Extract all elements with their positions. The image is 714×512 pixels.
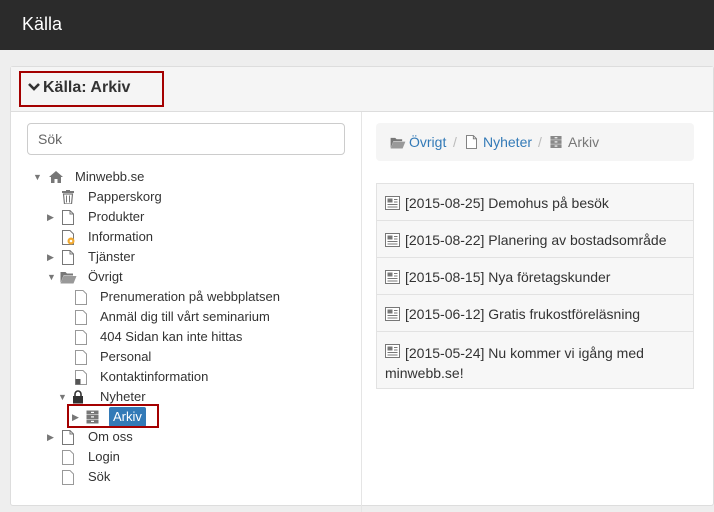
breadcrumb-separator: /: [538, 134, 542, 150]
archive-icon: [550, 135, 562, 154]
news-title: [2015-08-15] Nya företagskunder: [405, 269, 611, 285]
page-icon: [62, 210, 74, 231]
tree-expanded-icon[interactable]: ▼: [58, 387, 67, 407]
app-title: Källa: [22, 14, 63, 34]
tree-label: Sök: [88, 469, 111, 484]
news-title: [2015-08-22] Planering av bostadsområde: [405, 232, 667, 248]
breadcrumb-item-arkiv: Arkiv: [568, 134, 600, 150]
news-icon: [385, 307, 400, 324]
tree-collapsed-icon[interactable]: ▶: [47, 427, 54, 447]
tree-label: 404 Sidan kan inte hittas: [100, 329, 243, 344]
news-title: [2015-08-25] Demohus på besök: [405, 195, 609, 211]
tree-label: Prenumeration på webbplatsen: [100, 289, 280, 304]
highlight-frame: [19, 71, 164, 107]
breadcrumb: Övrigt / Nyheter / Arkiv: [376, 123, 694, 161]
tree-label: Om oss: [88, 429, 133, 444]
list-item[interactable]: [2015-08-25] Demohus på besök: [376, 183, 694, 221]
news-icon: [385, 196, 400, 213]
breadcrumb-item-ovrigt[interactable]: Övrigt: [409, 134, 446, 150]
tree-label: Övrigt: [88, 269, 123, 284]
tree-label: Anmäl dig till vårt seminarium: [100, 309, 270, 324]
list-item[interactable]: [2015-06-12] Gratis frukostföreläsning: [376, 294, 694, 332]
page-form-icon: [75, 370, 87, 391]
home-icon: [48, 170, 64, 190]
news-title: [2015-06-12] Gratis frukostföreläsning: [405, 306, 641, 322]
tree-label: Personal: [100, 349, 152, 364]
news-title: [2015-05-24] Nu kommer vi igång med minw…: [385, 345, 644, 381]
tree-label: Produkter: [88, 209, 145, 224]
page-icon: [75, 330, 87, 351]
folder-open-icon: [390, 136, 406, 154]
news-icon: [385, 270, 400, 287]
tree-label: Login: [88, 449, 120, 464]
search-input[interactable]: [27, 123, 345, 155]
highlight-frame: [67, 404, 159, 428]
page-icon: [62, 250, 74, 271]
column-divider: [361, 112, 362, 512]
tree-expanded-icon[interactable]: ▼: [33, 167, 42, 187]
folder-open-icon: [60, 270, 77, 290]
tree-expanded-icon[interactable]: ▼: [47, 267, 56, 287]
page-icon: [62, 430, 74, 451]
news-icon: [385, 233, 400, 250]
app-header: Källa: [0, 0, 714, 50]
page-icon: [62, 470, 74, 491]
tree-label: Information: [88, 229, 154, 244]
breadcrumb-separator: /: [453, 134, 457, 150]
tree-collapsed-icon[interactable]: ▶: [47, 207, 54, 227]
page-icon: [75, 290, 87, 311]
list-item[interactable]: [2015-08-15] Nya företagskunder: [376, 257, 694, 295]
trash-icon: [62, 190, 74, 210]
breadcrumb-item-nyheter[interactable]: Nyheter: [483, 134, 532, 150]
tree-label: Kontaktinformation: [100, 369, 209, 384]
page-icon: [75, 350, 87, 371]
page-icon: [466, 135, 477, 154]
tree-label: Papperskorg: [88, 189, 162, 204]
tree-label: Minwebb.se: [75, 169, 145, 184]
page-icon: [75, 310, 87, 331]
page-info-icon: [62, 230, 76, 251]
page-icon: [62, 450, 74, 471]
panel-header[interactable]: Källa: Arkiv: [11, 67, 713, 112]
tree-collapsed-icon[interactable]: ▶: [47, 247, 54, 267]
tree-label: Tjänster: [88, 249, 135, 264]
list-item[interactable]: [2015-08-22] Planering av bostadsområde: [376, 220, 694, 258]
list-item[interactable]: [2015-05-24] Nu kommer vi igång med minw…: [376, 331, 694, 389]
